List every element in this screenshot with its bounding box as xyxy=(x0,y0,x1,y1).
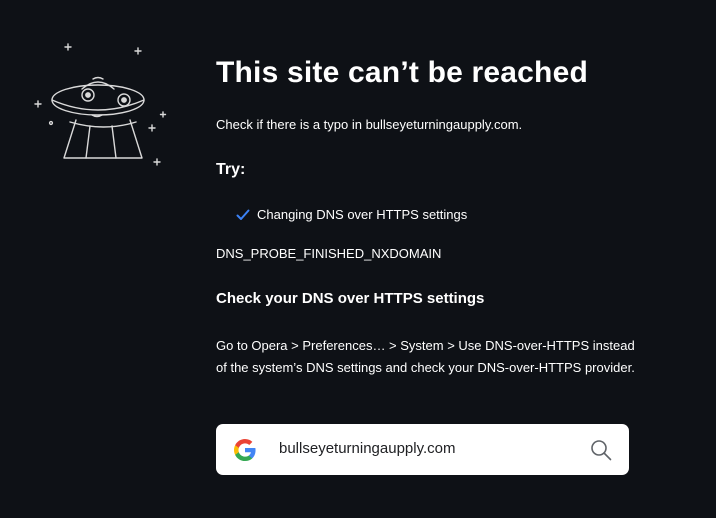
suggestion-label: Changing DNS over HTTPS settings xyxy=(257,207,468,222)
google-logo-icon xyxy=(234,439,256,461)
search-input[interactable]: bullseyeturningaupply.com xyxy=(279,440,456,457)
doh-instructions: Go to Opera > Preferences… > System > Us… xyxy=(216,338,635,375)
page-title: This site can’t be reached xyxy=(216,56,588,89)
try-heading: Try: xyxy=(216,161,246,178)
typo-message: Check if there is a typo in bullseyeturn… xyxy=(216,117,523,132)
doh-heading: Check your DNS over HTTPS settings xyxy=(216,290,485,307)
error-code: DNS_PROBE_FINISHED_NXDOMAIN xyxy=(216,246,442,261)
search-box[interactable]: bullseyeturningaupply.com xyxy=(216,424,629,475)
suggestion-item-doh-settings[interactable]: Changing DNS over HTTPS settings xyxy=(236,207,467,222)
search-icon[interactable] xyxy=(589,438,613,462)
check-icon xyxy=(236,209,250,220)
ufo-illustration-icon xyxy=(34,43,167,166)
